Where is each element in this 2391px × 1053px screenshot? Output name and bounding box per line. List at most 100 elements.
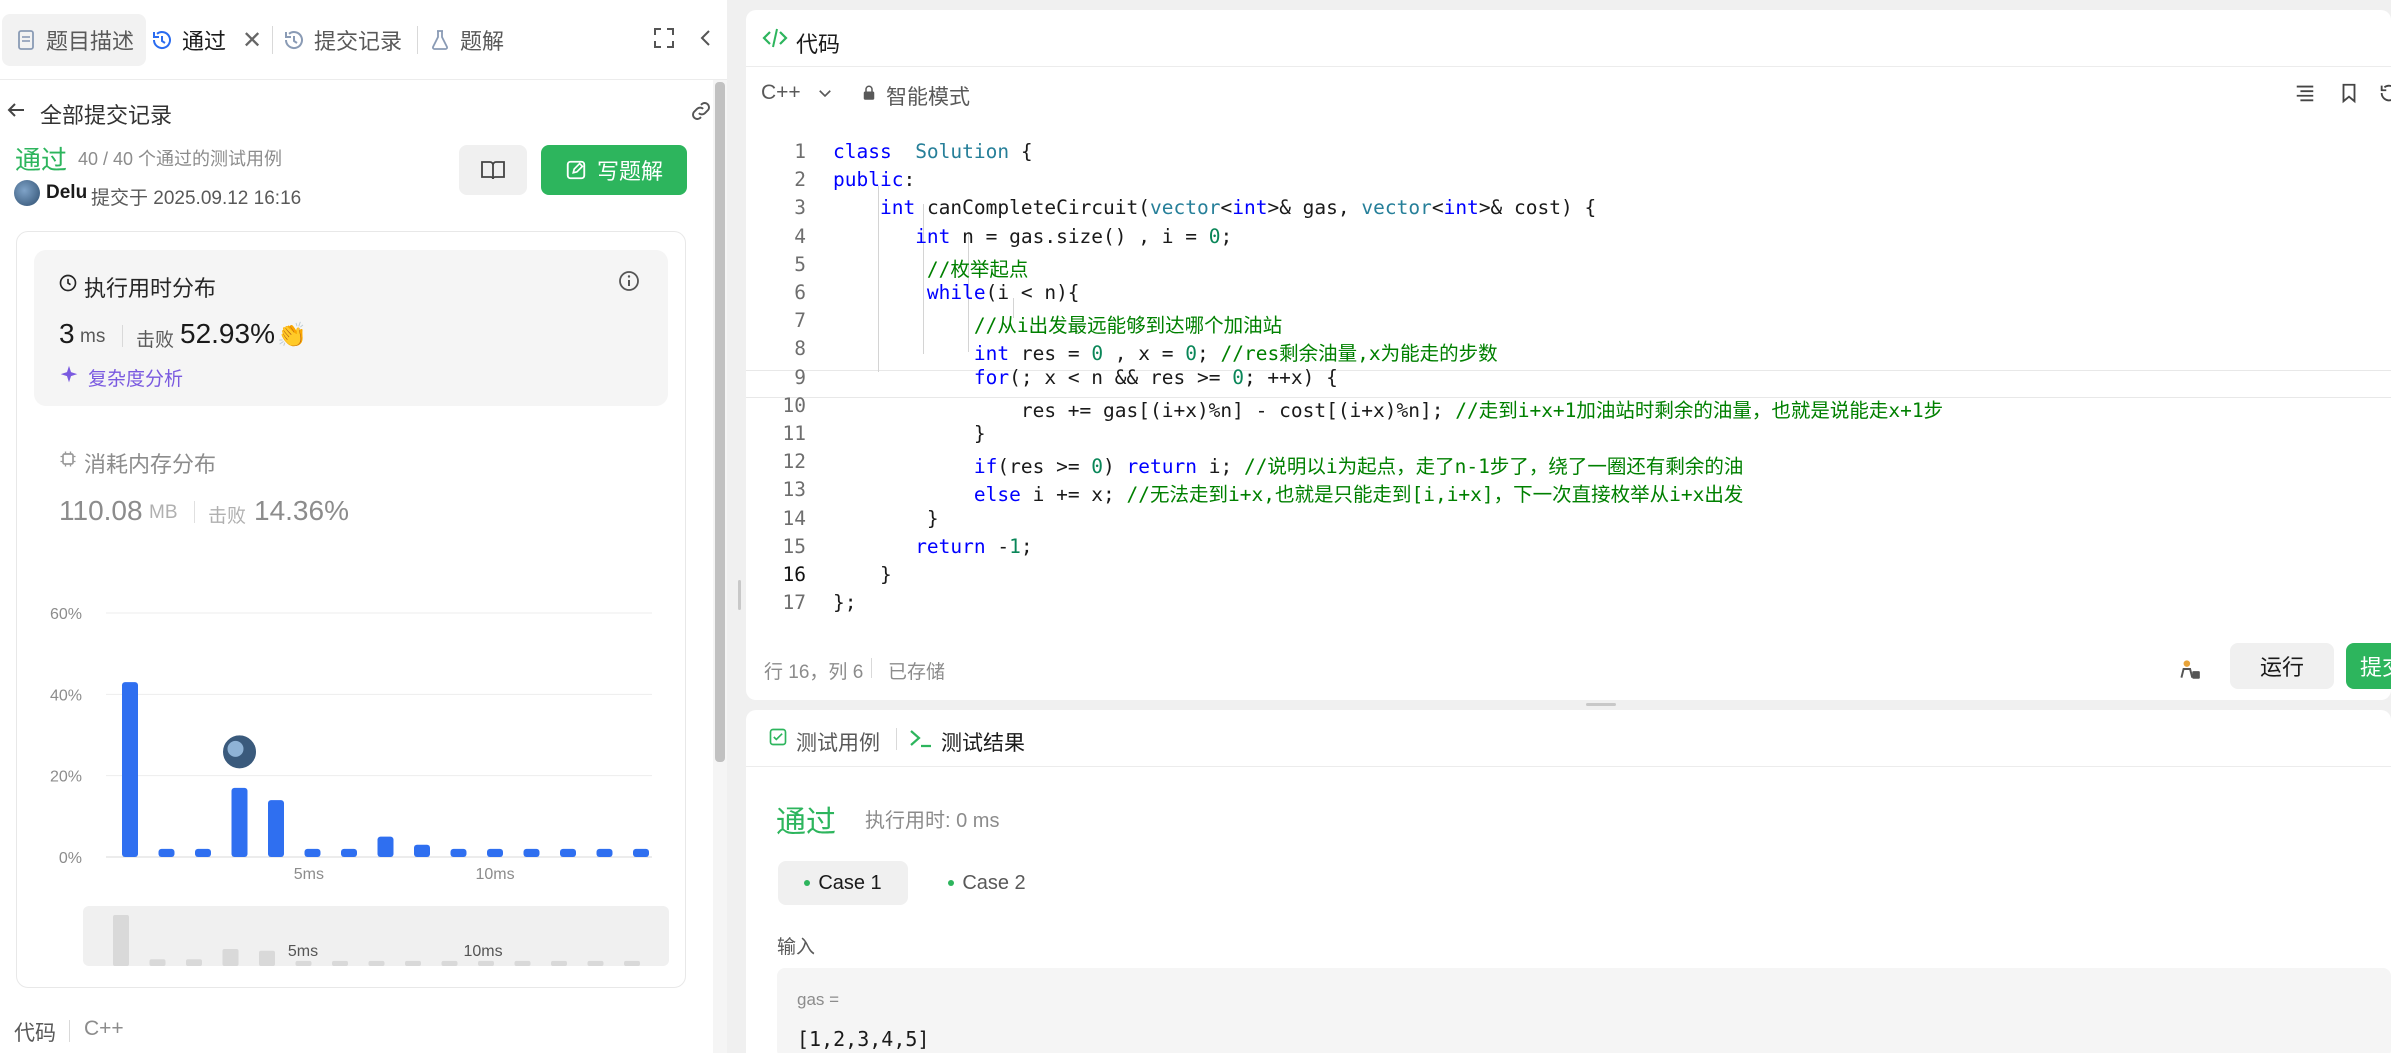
tab-submissions-label: 提交记录 (314, 29, 403, 54)
code-editor[interactable]: 1 class Solution {2 public: 3 int canComple… (746, 130, 2391, 630)
expand-icon[interactable] (652, 26, 676, 55)
complexity-analysis-link[interactable]: 复杂度分析 (88, 364, 183, 391)
chart-bar[interactable] (158, 848, 175, 857)
tab-submissions[interactable]: 提交记录 (282, 14, 402, 66)
notes-button[interactable] (459, 145, 527, 195)
chart-bar[interactable] (341, 848, 357, 857)
format-icon[interactable] (2294, 82, 2316, 109)
info-icon[interactable] (617, 269, 641, 298)
pass-dot (804, 880, 811, 886)
history-icon (284, 31, 303, 49)
mini-x-tick-label: 10ms (463, 943, 502, 960)
code-brackets-icon (762, 26, 788, 55)
debug-icon[interactable] (2176, 656, 2202, 687)
code-line: }; (833, 591, 857, 615)
tab-description-label: 题目描述 (46, 29, 135, 54)
collapse-left-icon[interactable] (694, 26, 718, 55)
line-number: 7 (794, 309, 806, 333)
panel-resize-handle[interactable] (1586, 703, 1616, 706)
y-tick-label: 20% (50, 769, 82, 786)
memory-beats: 14.36% (254, 495, 349, 526)
case-1-tab[interactable]: Case 1 (778, 861, 908, 905)
chart-bar[interactable] (195, 848, 211, 857)
bookmark-icon[interactable] (2338, 82, 2360, 109)
chevron-down-icon[interactable] (816, 84, 834, 107)
run-button[interactable]: 运行 (2230, 643, 2334, 689)
link-icon[interactable] (688, 98, 714, 129)
chart-bar[interactable] (450, 848, 467, 857)
write-solution-button[interactable]: 写题解 (541, 145, 687, 195)
code-line: class Solution { (833, 140, 1033, 163)
memory-title[interactable]: 消耗内存分布 (84, 447, 216, 479)
avatar[interactable] (14, 180, 40, 206)
chart-bar[interactable] (487, 848, 503, 857)
chart-bar[interactable] (268, 800, 284, 857)
code-line: if(res >= 0) return i; //说明以i为起点，走了n-1步了… (973, 455, 1744, 479)
runtime-distribution-chart[interactable]: 60% 40% 20% 0% 5ms 10ms (0, 590, 700, 890)
reset-icon[interactable] (2378, 82, 2391, 109)
line-number: 12 (782, 450, 806, 474)
mini-chart: 5ms 10ms (113, 915, 640, 966)
test-panel: 测试用例 测试结果 通过 执行用时: 0 ms Case 1 Case 2 输入… (746, 710, 2391, 1053)
chart-bar[interactable] (560, 848, 576, 857)
mini-bar (295, 960, 312, 966)
chart-bar[interactable] (122, 682, 138, 857)
close-icon[interactable]: ✕ (242, 26, 262, 55)
mini-bar (332, 960, 348, 966)
input-var-value[interactable]: [1,2,3,4,5] (797, 1027, 929, 1051)
username[interactable]: Delu (46, 182, 87, 204)
chart-bar[interactable] (596, 848, 613, 857)
divider (746, 66, 2391, 67)
tab-accepted[interactable]: 通过 ✕ (150, 14, 262, 66)
chart-bar[interactable] (523, 848, 540, 857)
divider (122, 325, 123, 347)
mini-bar (587, 960, 604, 966)
case-2-tab[interactable]: Case 2 (922, 861, 1052, 905)
document-icon (18, 30, 34, 50)
tab-test-results[interactable]: 测试结果 (941, 727, 1025, 757)
chart-bar[interactable] (231, 787, 248, 857)
clock-icon (58, 273, 78, 298)
all-submissions-link[interactable]: 全部提交记录 (40, 98, 172, 130)
pass-dot (948, 880, 955, 886)
chart-bar[interactable] (633, 848, 649, 857)
tab-solutions[interactable]: 题解 (428, 14, 504, 66)
memory-unit: MB (149, 502, 178, 523)
mini-bar (149, 959, 166, 966)
mini-bar (441, 960, 458, 966)
mini-bar (478, 960, 494, 966)
test-status: 通过 (776, 806, 836, 839)
language-select[interactable]: C++ (761, 81, 801, 105)
code-line: res += gas[(i+x)%n] - cost[(i+x)%n]; //走… (833, 398, 1944, 422)
tab-testcases[interactable]: 测试用例 (796, 727, 880, 757)
submission-header: 全部提交记录 (0, 80, 727, 142)
code-section-label: 代码 (14, 1022, 56, 1045)
panel-resize-handle[interactable] (738, 580, 741, 610)
tab-description[interactable]: 题目描述 (2, 14, 147, 66)
tab-solutions-label: 题解 (460, 29, 505, 54)
runtime-beats: 52.93% (180, 318, 275, 349)
submit-button[interactable]: 提交 (2346, 643, 2391, 689)
saved-status: 已存储 (888, 662, 946, 683)
line-number: 13 (782, 478, 806, 502)
smart-mode[interactable]: 智能模式 (886, 81, 970, 111)
back-arrow-icon[interactable] (4, 98, 28, 127)
divider (871, 658, 872, 678)
mini-bar (186, 959, 202, 966)
y-tick-label: 40% (50, 687, 82, 704)
line-number: 17 (782, 591, 806, 615)
runtime-unit: ms (80, 326, 106, 347)
mini-x-tick-label: 5ms (288, 943, 318, 960)
mini-bar (624, 960, 640, 966)
left-scrollbar-thumb[interactable] (715, 82, 725, 762)
terminal-icon (909, 727, 933, 754)
code-line: else i += x; //无法走到i+x,也就是只能走到[i,i+x]，下一… (973, 483, 1744, 507)
chart-bar[interactable] (414, 844, 430, 857)
chart-bar[interactable] (377, 836, 394, 857)
line-number: 8 (794, 337, 806, 361)
cursor-position: 行 16，列 6 (764, 662, 864, 683)
chart-bar[interactable] (304, 848, 321, 857)
mini-bar (113, 915, 129, 966)
input-label: 输入 (777, 937, 816, 958)
code-line: int canCompleteCircuit(vector<int>& gas,… (879, 196, 1597, 220)
